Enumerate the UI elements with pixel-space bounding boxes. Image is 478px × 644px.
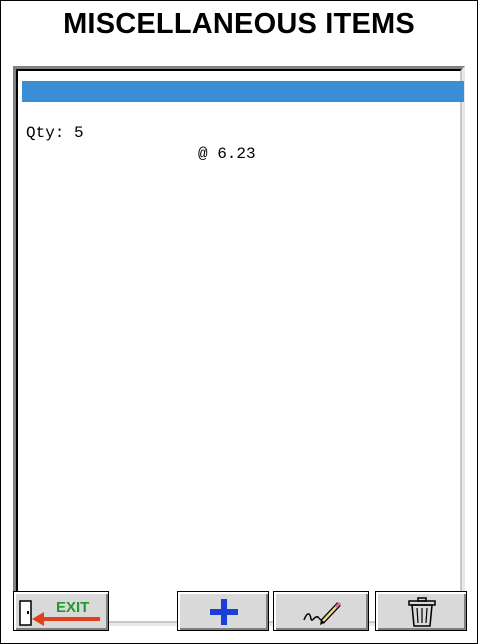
- exit-label: EXIT: [56, 599, 89, 616]
- add-button[interactable]: [177, 591, 269, 631]
- items-list[interactable]: Basket Sets [5 ] Qty: 5 @ 6.23: [13, 66, 465, 626]
- item-qty-bracket: [5: [346, 124, 366, 142]
- list-item-detail[interactable]: Qty: 5 @ 6.23: [22, 102, 464, 163]
- list-item-selected[interactable]: Basket Sets [5 ]: [22, 81, 464, 163]
- page-title: MISCELLANEOUS ITEMS: [63, 8, 415, 40]
- item-price: @ 6.23: [198, 145, 256, 163]
- item-qty-bracket-close: ]: [432, 145, 442, 163]
- item-qty: Qty: 5: [26, 124, 84, 142]
- exit-button[interactable]: EXIT: [13, 591, 109, 631]
- signature-icon: [303, 601, 342, 625]
- trash-icon: [408, 597, 436, 627]
- signature-button[interactable]: [273, 591, 369, 631]
- exit-icon: EXIT: [19, 599, 100, 626]
- plus-icon: [210, 599, 238, 625]
- delete-button[interactable]: [375, 591, 467, 631]
